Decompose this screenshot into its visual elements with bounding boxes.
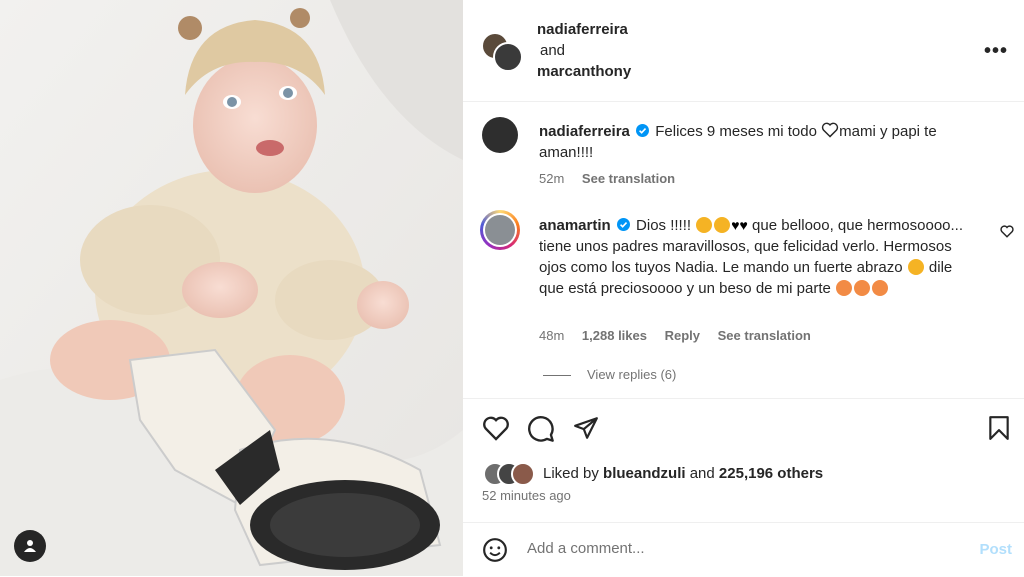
view-replies-label: View replies (6): [587, 367, 677, 382]
comment-username[interactable]: anamartin: [539, 217, 611, 234]
comment-text: Dios !!!!!: [636, 217, 692, 234]
post-photo[interactable]: [0, 0, 463, 576]
comment-likes-count[interactable]: 1,288 likes: [582, 328, 647, 343]
author-username[interactable]: nadiaferreira: [537, 19, 631, 40]
view-replies-button[interactable]: View replies (6): [543, 367, 676, 382]
avatar[interactable]: [480, 210, 520, 250]
baby-photo: [0, 0, 463, 576]
avatar[interactable]: [511, 462, 535, 486]
kiss-emoji-icon: [836, 280, 853, 296]
liked-by-username[interactable]: blueandzuli: [603, 465, 686, 482]
black-heart-icon: ♥: [731, 217, 740, 233]
heart-outline-icon: [822, 122, 839, 138]
comment-time[interactable]: 48m: [539, 328, 564, 343]
comment: anamartin Dios !!!!! ♥♥ que bellooo, que…: [539, 215, 969, 299]
likes-others-count[interactable]: 225,196 others: [719, 465, 823, 482]
comment-bar: Add a comment... Post: [463, 522, 1024, 577]
avatar[interactable]: [493, 42, 523, 72]
caption-meta: 52m See translation: [539, 171, 689, 186]
verified-badge-icon: [636, 124, 650, 137]
caption-time[interactable]: 52m: [539, 171, 564, 186]
comment-bubble-icon[interactable]: [527, 415, 555, 448]
share-send-icon[interactable]: [573, 415, 599, 446]
see-translation-link[interactable]: See translation: [718, 328, 811, 343]
tagged-users-button[interactable]: [14, 530, 46, 562]
avatar[interactable]: [482, 117, 518, 153]
caption: nadiaferreira Felices 9 meses mi todo ma…: [539, 121, 969, 163]
kiss-emoji-icon: [872, 280, 889, 296]
hugging-emoji-icon: [907, 259, 924, 275]
post-timestamp[interactable]: 52 minutes ago: [482, 488, 571, 503]
reply-button[interactable]: Reply: [665, 328, 700, 343]
kiss-emoji-icon: [854, 280, 871, 296]
emoji-smiley-icon[interactable]: [482, 537, 508, 568]
comment-meta: 48m 1,288 likes Reply See translation: [539, 328, 825, 343]
action-bar: [463, 398, 1024, 461]
and-label: and: [540, 42, 566, 59]
comment-input[interactable]: Add a comment...: [527, 540, 645, 557]
like-heart-icon[interactable]: [482, 415, 510, 446]
post-authors: nadiaferreira and marcanthony: [537, 19, 631, 82]
comment-like-heart-icon[interactable]: [1000, 225, 1014, 243]
liked-and-label: and: [689, 465, 715, 482]
post-panel: nadiaferreira and marcanthony ••• nadiaf…: [463, 0, 1024, 576]
caption-username[interactable]: nadiaferreira: [539, 123, 630, 140]
heart-eyes-emoji-icon: [696, 217, 713, 233]
verified-badge-icon: [616, 218, 630, 231]
heart-eyes-emoji-icon: [714, 217, 731, 233]
black-heart-icon: ♥: [739, 217, 748, 233]
post-button[interactable]: Post: [979, 541, 1012, 558]
see-translation-link[interactable]: See translation: [582, 171, 675, 186]
post-header: nadiaferreira and marcanthony •••: [463, 0, 1024, 102]
liked-by-label: Liked by: [543, 465, 599, 482]
author-username[interactable]: marcanthony: [537, 61, 631, 82]
replies-divider: [543, 375, 571, 377]
save-bookmark-icon[interactable]: [987, 415, 1011, 446]
person-icon: [24, 540, 36, 552]
more-dots-icon[interactable]: •••: [984, 40, 1008, 63]
caption-text: Felices 9 meses mi todo: [655, 123, 817, 140]
